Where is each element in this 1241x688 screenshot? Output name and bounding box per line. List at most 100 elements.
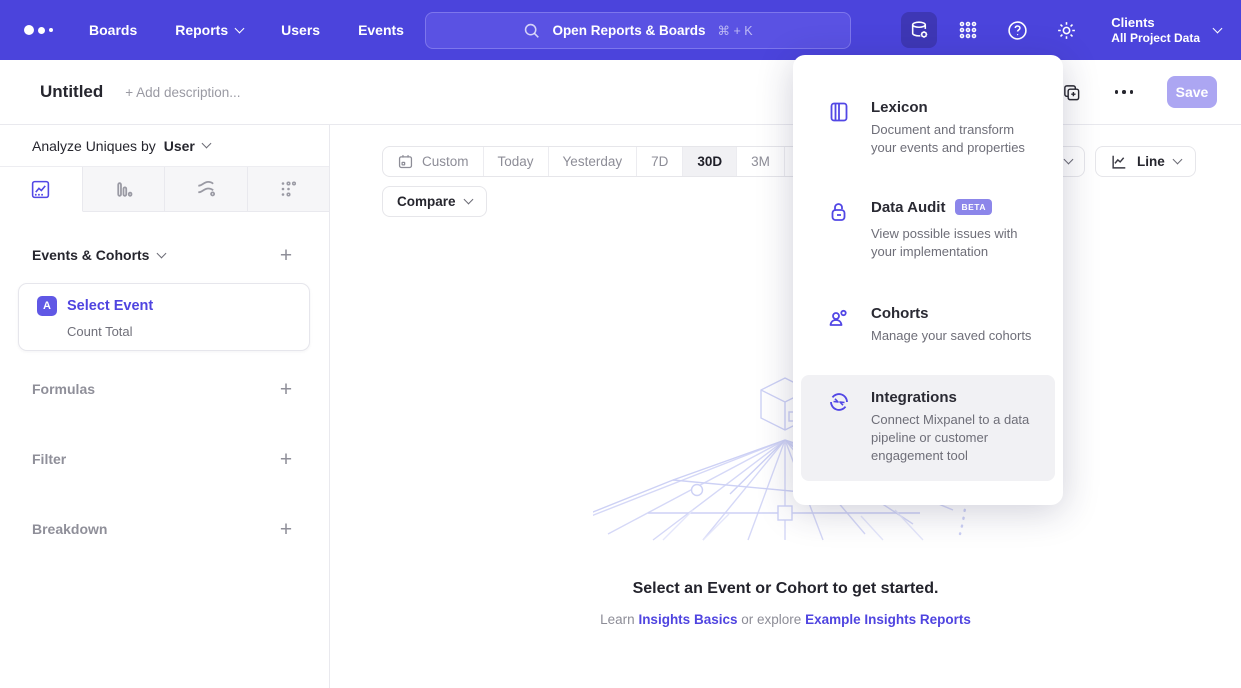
- analyze-label: Analyze Uniques by: [32, 138, 156, 154]
- menu-item-description: Manage your saved cohorts: [871, 327, 1031, 345]
- menu-item-integrations[interactable]: Integrations Connect Mixpanel to a data …: [801, 375, 1055, 481]
- help-icon: [1007, 20, 1028, 41]
- filter-label: Filter: [32, 451, 66, 467]
- analyze-row: Analyze Uniques by User: [0, 125, 329, 166]
- data-management-menu: Lexicon Document and transform your even…: [793, 55, 1063, 505]
- navbar-right: Clients All Project Data: [901, 0, 1221, 60]
- menu-item-title: Integrations: [871, 389, 1039, 406]
- date-range-7d[interactable]: 7D: [637, 147, 683, 176]
- compare-label: Compare: [397, 194, 456, 209]
- date-range-30d[interactable]: 30D: [683, 147, 737, 176]
- more-options-button[interactable]: [1113, 84, 1136, 100]
- chevron-down-icon: [235, 23, 245, 33]
- analyze-entity-value: User: [164, 138, 195, 154]
- analyze-entity-selector[interactable]: User: [164, 138, 210, 154]
- tab-insights[interactable]: [0, 167, 83, 212]
- select-event-label[interactable]: Select Event: [67, 298, 153, 314]
- add-event-button[interactable]: +: [273, 242, 299, 268]
- chevron-down-icon: [157, 248, 167, 258]
- events-cohorts-header: Events & Cohorts +: [0, 240, 329, 270]
- chevron-down-icon: [463, 195, 473, 205]
- empty-state-title: Select an Event or Cohort to get started…: [330, 580, 1241, 598]
- settings-button[interactable]: [1048, 12, 1084, 48]
- nav-boards[interactable]: Boards: [89, 22, 137, 38]
- events-cohorts-title[interactable]: Events & Cohorts: [32, 247, 165, 263]
- date-range-yesterday[interactable]: Yesterday: [549, 147, 638, 176]
- flow-icon: [195, 178, 217, 200]
- nav-users[interactable]: Users: [281, 22, 320, 38]
- date-range-3m[interactable]: 3M: [737, 147, 785, 176]
- report-type-tabs: [0, 166, 329, 212]
- search-shortcut: ⌘ + K: [717, 23, 752, 38]
- event-letter-badge: A: [37, 296, 57, 316]
- add-formula-button[interactable]: +: [273, 376, 299, 402]
- compare-button[interactable]: Compare: [382, 186, 487, 217]
- chart-type-label: Line: [1137, 154, 1165, 169]
- chevron-down-icon: [1213, 23, 1223, 33]
- example-reports-link[interactable]: Example Insights Reports: [805, 612, 971, 627]
- chevron-down-icon: [201, 139, 211, 149]
- tab-flows[interactable]: [165, 167, 248, 212]
- report-description-placeholder[interactable]: + Add description...: [125, 85, 240, 100]
- help-button[interactable]: [999, 12, 1035, 48]
- apps-grid-icon: [958, 20, 978, 40]
- database-gear-icon: [909, 20, 930, 41]
- date-range-3m-label: 3M: [751, 154, 770, 169]
- search-placeholder: Open Reports & Boards: [552, 23, 705, 38]
- breakdown-section: Breakdown +: [0, 514, 329, 544]
- menu-item-lexicon[interactable]: Lexicon Document and transform your even…: [801, 91, 1055, 165]
- date-range-30d-label: 30D: [697, 154, 722, 169]
- events-cohorts-label: Events & Cohorts: [32, 247, 149, 263]
- bar-chart-icon: [113, 179, 134, 200]
- nav-users-label: Users: [281, 22, 320, 38]
- line-chart-icon: [1110, 153, 1128, 171]
- insights-line-chart-icon: [30, 179, 51, 200]
- sync-icon: [827, 389, 851, 465]
- mixpanel-logo[interactable]: [24, 25, 53, 35]
- filter-section: Filter +: [0, 444, 329, 474]
- add-filter-button[interactable]: +: [273, 446, 299, 472]
- settings-gear-icon: [1056, 20, 1077, 41]
- report-title[interactable]: Untitled: [40, 82, 103, 102]
- date-range-7d-label: 7D: [651, 154, 668, 169]
- save-button[interactable]: Save: [1167, 76, 1217, 108]
- nav-events-label: Events: [358, 22, 404, 38]
- chart-type-button[interactable]: Line: [1095, 146, 1196, 177]
- tab-funnels[interactable]: [83, 167, 166, 212]
- chevron-down-icon: [1063, 155, 1073, 165]
- formulas-section: Formulas +: [0, 374, 329, 404]
- date-range-today[interactable]: Today: [484, 147, 549, 176]
- menu-item-data-audit[interactable]: Data Audit BETA View possible issues wit…: [801, 191, 1055, 269]
- beta-badge: BETA: [955, 199, 992, 215]
- date-range-custom[interactable]: Custom: [383, 147, 484, 176]
- add-breakdown-button[interactable]: +: [273, 516, 299, 542]
- date-range-today-label: Today: [498, 154, 534, 169]
- menu-item-description: Document and transform your events and p…: [871, 121, 1039, 157]
- top-navbar: Boards Reports Users Events Open Reports…: [0, 0, 1241, 60]
- explore-text: or explore: [741, 612, 801, 627]
- calendar-icon: [397, 153, 414, 170]
- duplicate-button[interactable]: [1062, 83, 1081, 102]
- breakdown-label: Breakdown: [32, 521, 107, 537]
- report-canvas: Custom Today Yesterday 7D 30D 3M 6M Comp…: [330, 125, 1241, 688]
- tab-retention[interactable]: [248, 167, 330, 212]
- learn-text: Learn: [600, 612, 635, 627]
- nav-reports-label: Reports: [175, 22, 228, 38]
- event-card[interactable]: A Select Event Count Total: [18, 283, 310, 351]
- search-icon: [523, 22, 540, 39]
- count-total-label[interactable]: Count Total: [67, 324, 309, 339]
- nav-events[interactable]: Events: [358, 22, 404, 38]
- project-selector[interactable]: Clients All Project Data: [1111, 14, 1221, 46]
- global-search-button[interactable]: Open Reports & Boards ⌘ + K: [425, 12, 851, 49]
- data-management-button[interactable]: [901, 12, 937, 48]
- date-range-custom-label: Custom: [422, 154, 469, 169]
- nav-reports[interactable]: Reports: [175, 22, 243, 38]
- apps-grid-button[interactable]: [950, 12, 986, 48]
- menu-item-description: Connect Mixpanel to a data pipeline or c…: [871, 411, 1039, 465]
- menu-item-title: Cohorts: [871, 305, 1031, 322]
- menu-item-title: Lexicon: [871, 99, 1039, 116]
- people-icon: [827, 305, 851, 345]
- insights-basics-link[interactable]: Insights Basics: [638, 612, 737, 627]
- menu-item-description: View possible issues with your implement…: [871, 225, 1039, 261]
- menu-item-cohorts[interactable]: Cohorts Manage your saved cohorts: [801, 297, 1055, 353]
